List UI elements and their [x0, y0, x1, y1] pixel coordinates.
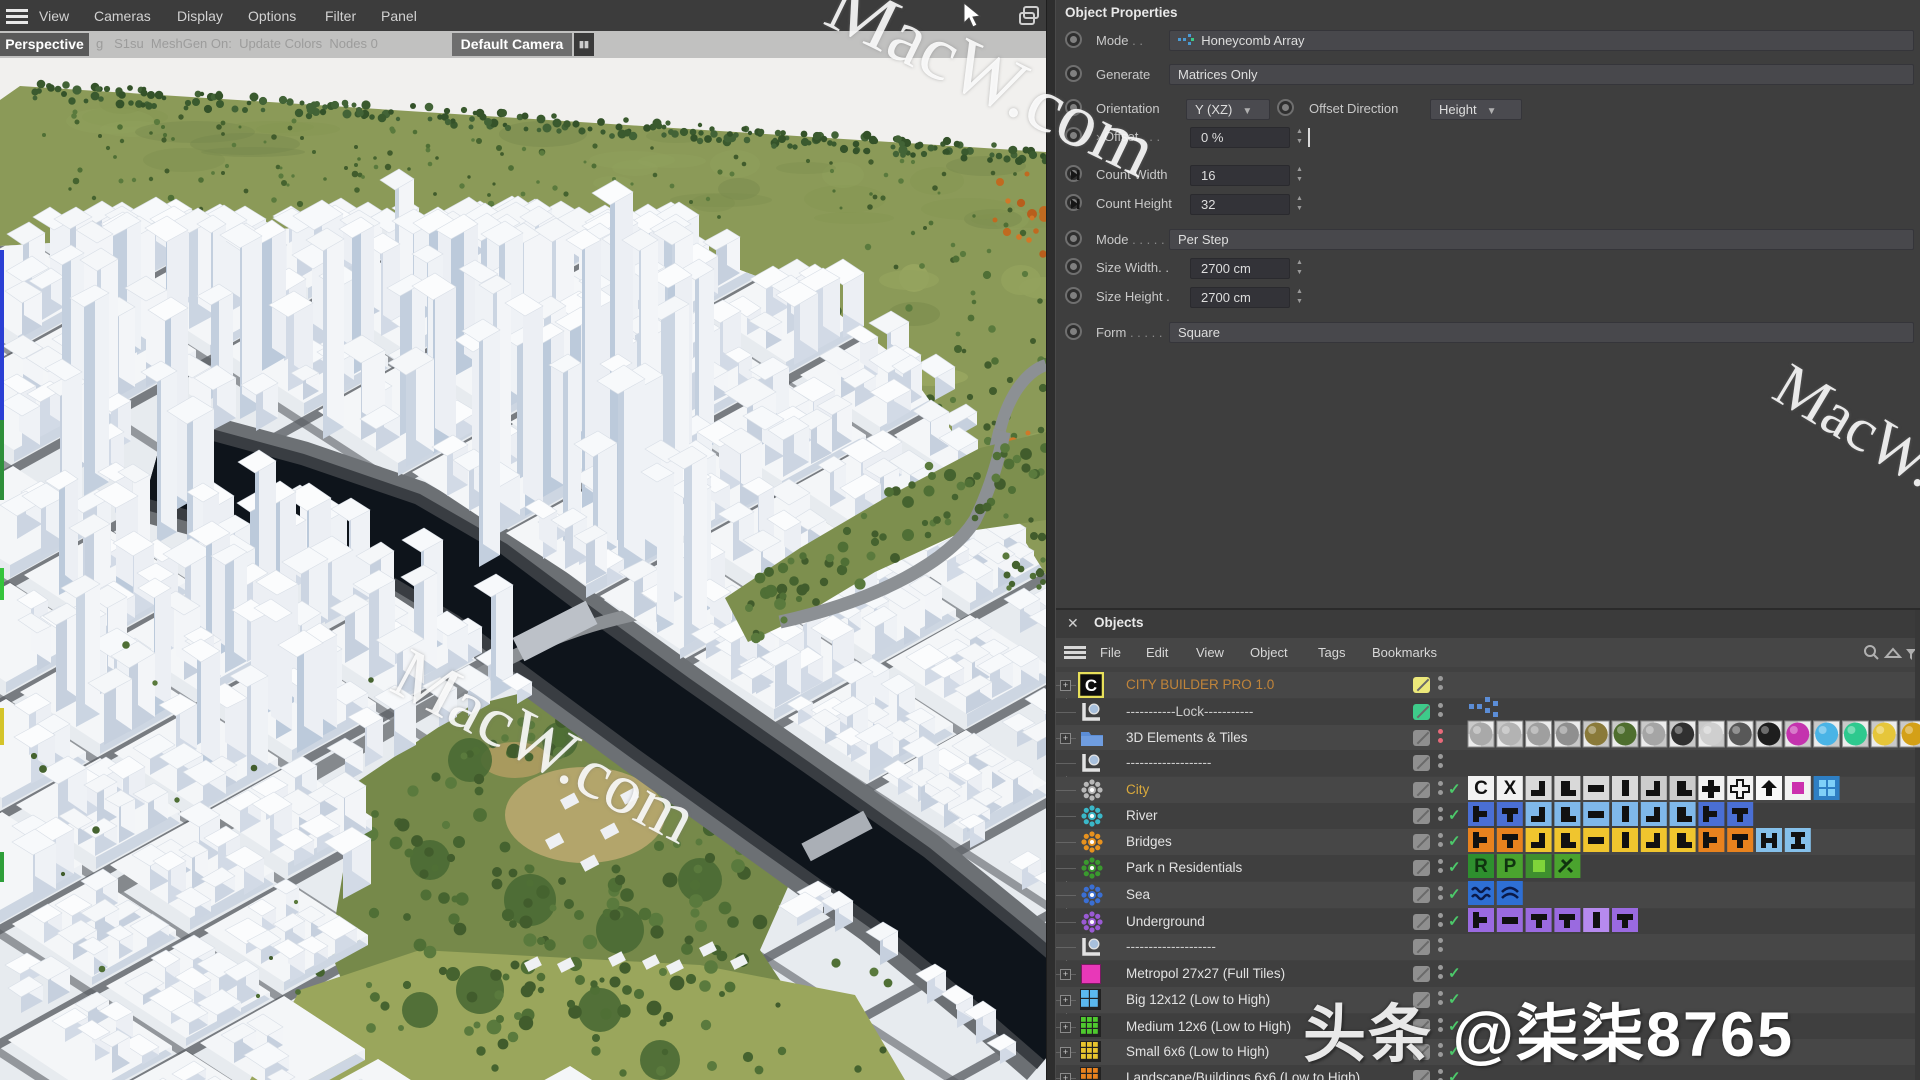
- svg-text:C: C: [1474, 778, 1488, 799]
- svg-text:R: R: [1474, 856, 1488, 877]
- svg-text:X: X: [1504, 778, 1517, 799]
- svg-text:C: C: [1085, 676, 1097, 695]
- svg-text:P: P: [1504, 856, 1517, 877]
